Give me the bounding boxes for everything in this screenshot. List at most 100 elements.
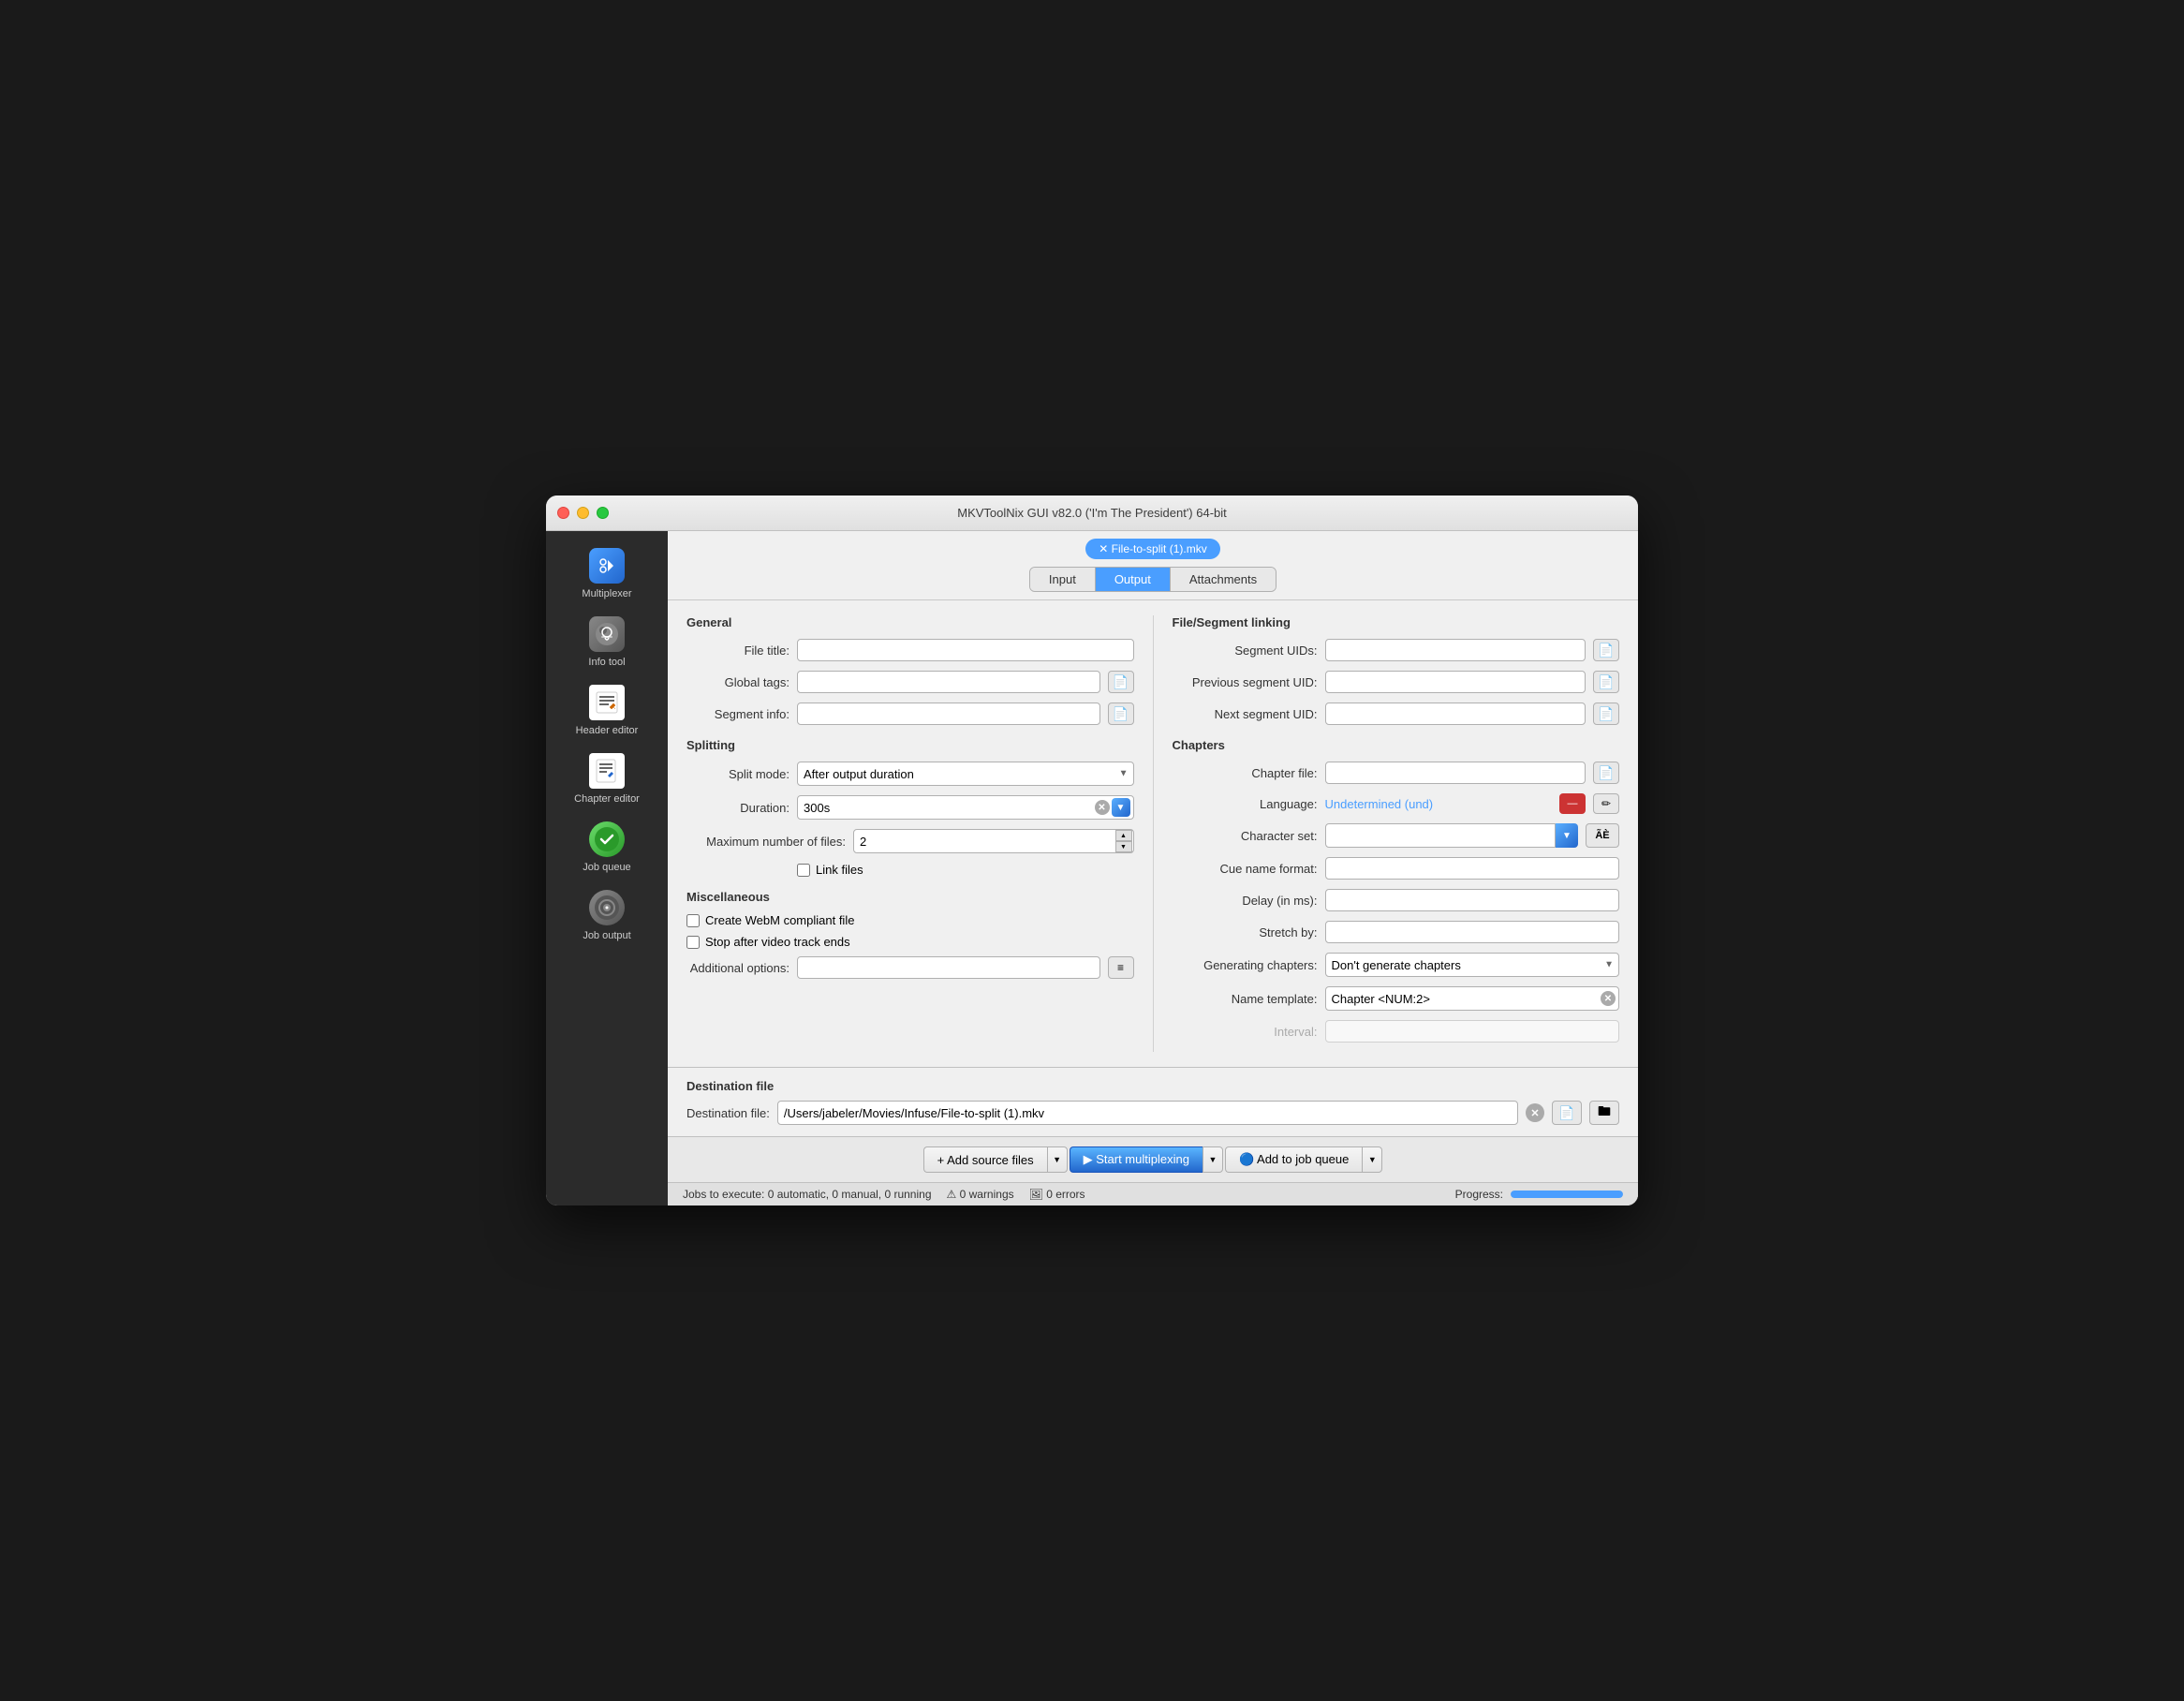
destination-section: Destination file Destination file: ✕ 📄 🖿	[668, 1067, 1638, 1136]
next-segment-label: Next segment UID:	[1173, 707, 1318, 721]
language-row: Language: Undetermined (und) — ✏	[1173, 793, 1620, 814]
sidebar-item-info-label: Info tool	[588, 657, 625, 668]
multiplexer-icon	[589, 548, 625, 584]
cue-name-input[interactable]	[1325, 857, 1620, 880]
split-mode-select[interactable]: After output duration	[797, 762, 1134, 786]
file-title-input[interactable]	[797, 639, 1134, 661]
start-mux-button[interactable]: ▶ Start multiplexing	[1070, 1146, 1203, 1173]
close-button[interactable]	[557, 507, 569, 519]
duration-clear-button[interactable]: ✕	[1095, 800, 1110, 815]
stop-video-checkbox[interactable]	[686, 936, 700, 949]
duration-dropdown-button[interactable]: ▼	[1112, 798, 1130, 817]
destination-file-button[interactable]: 📄	[1552, 1101, 1582, 1125]
add-source-group: + Add source files ▼	[923, 1146, 1068, 1173]
stretch-input[interactable]	[1325, 921, 1620, 943]
file-badge[interactable]: ✕ File-to-split (1).mkv	[1085, 539, 1219, 559]
language-label: Language:	[1173, 797, 1318, 811]
segment-uids-label: Segment UIDs:	[1173, 643, 1318, 658]
progress-bar-fill	[1511, 1191, 1623, 1198]
segment-info-file-button[interactable]: 📄	[1108, 703, 1134, 725]
name-template-input[interactable]	[1325, 986, 1620, 1011]
sidebar-item-header-editor[interactable]: Header editor	[555, 677, 658, 742]
chapter-editor-icon	[589, 753, 625, 789]
sidebar-item-job-queue[interactable]: Job queue	[555, 814, 658, 879]
sidebar-item-multiplexer-label: Multiplexer	[582, 588, 631, 599]
prev-segment-file-button[interactable]: 📄	[1593, 671, 1619, 693]
splitting-section-title: Splitting	[686, 738, 1134, 752]
chapter-file-input[interactable]	[1325, 762, 1586, 784]
sidebar-item-header-label: Header editor	[576, 725, 639, 736]
add-source-dropdown-button[interactable]: ▼	[1047, 1146, 1068, 1173]
destination-folder-button[interactable]: 🖿	[1589, 1101, 1619, 1125]
global-tags-file-button[interactable]: 📄	[1108, 671, 1134, 693]
file-title-row: File title:	[686, 639, 1134, 661]
name-template-clear-button[interactable]: ✕	[1601, 991, 1616, 1006]
progress-bar-track	[1511, 1191, 1623, 1198]
add-queue-group: 🔵 Add to job queue ▼	[1225, 1146, 1382, 1173]
next-segment-input[interactable]	[1325, 703, 1586, 725]
name-template-row: Name template: ✕	[1173, 986, 1620, 1011]
global-tags-input[interactable]	[797, 671, 1100, 693]
header-editor-icon	[589, 685, 625, 720]
additional-options-input[interactable]	[797, 956, 1100, 979]
language-remove-button[interactable]: —	[1559, 793, 1586, 814]
max-files-up-button[interactable]: ▲	[1115, 830, 1132, 841]
statusbar: Jobs to execute: 0 automatic, 0 manual, …	[668, 1182, 1638, 1205]
duration-row: Duration: ✕ ▼	[686, 795, 1134, 820]
chapters-section-title: Chapters	[1173, 738, 1620, 752]
next-segment-row: Next segment UID: 📄	[1173, 703, 1620, 725]
generating-select[interactable]: Don't generate chapters	[1325, 953, 1620, 977]
sidebar-item-job-output[interactable]: Job output	[555, 882, 658, 947]
window-title: MKVToolNix GUI v82.0 ('I'm The President…	[957, 506, 1227, 520]
character-set-select[interactable]	[1325, 823, 1557, 848]
add-queue-dropdown-button[interactable]: ▼	[1362, 1146, 1382, 1173]
add-source-button[interactable]: + Add source files	[923, 1146, 1047, 1173]
language-link[interactable]: Undetermined (und)	[1325, 797, 1553, 811]
segment-uids-row: Segment UIDs: 📄	[1173, 639, 1620, 661]
character-set-text-button[interactable]: ÃÈ	[1586, 823, 1619, 848]
main-layout: Multiplexer Info tool	[546, 531, 1638, 1205]
link-files-checkbox[interactable]	[797, 864, 810, 877]
generating-label: Generating chapters:	[1173, 958, 1318, 972]
right-column: File/Segment linking Segment UIDs: 📄 Pre…	[1153, 615, 1620, 1052]
stretch-label: Stretch by:	[1173, 925, 1318, 939]
interval-input	[1325, 1020, 1620, 1043]
tab-output[interactable]: Output	[1096, 568, 1171, 591]
max-files-down-button[interactable]: ▼	[1115, 841, 1132, 852]
max-files-input[interactable]	[853, 829, 1134, 853]
generating-chapters-row: Generating chapters: Don't generate chap…	[1173, 953, 1620, 977]
sidebar-item-multiplexer[interactable]: Multiplexer	[555, 540, 658, 605]
webm-label: Create WebM compliant file	[705, 913, 854, 927]
segment-uids-file-button[interactable]: 📄	[1593, 639, 1619, 661]
start-mux-dropdown-button[interactable]: ▼	[1203, 1146, 1223, 1173]
minimize-button[interactable]	[577, 507, 589, 519]
next-segment-file-button[interactable]: 📄	[1593, 703, 1619, 725]
misc-section-title: Miscellaneous	[686, 890, 1134, 904]
link-files-label: Link files	[816, 863, 863, 877]
language-edit-button[interactable]: ✏	[1593, 793, 1619, 814]
split-mode-select-wrapper: After output duration ▼	[797, 762, 1134, 786]
sidebar-item-info-tool[interactable]: Info tool	[555, 609, 658, 673]
segment-info-label: Segment info:	[686, 707, 789, 721]
stop-video-row: Stop after video track ends	[686, 935, 1134, 949]
add-queue-button[interactable]: 🔵 Add to job queue	[1225, 1146, 1362, 1173]
misc-section: Miscellaneous Create WebM compliant file…	[686, 890, 1134, 979]
segment-info-input[interactable]	[797, 703, 1100, 725]
general-section-title: General	[686, 615, 1134, 629]
sidebar-item-chapter-editor[interactable]: Chapter editor	[555, 746, 658, 810]
duration-input[interactable]	[797, 795, 1134, 820]
character-set-dropdown-button[interactable]: ▼	[1556, 823, 1578, 848]
chapter-file-button[interactable]: 📄	[1593, 762, 1619, 784]
maximize-button[interactable]	[597, 507, 609, 519]
webm-checkbox[interactable]	[686, 914, 700, 927]
sidebar: Multiplexer Info tool	[546, 531, 668, 1205]
sidebar-item-chapter-label: Chapter editor	[574, 793, 640, 805]
delay-input[interactable]	[1325, 889, 1620, 911]
segment-uids-input[interactable]	[1325, 639, 1586, 661]
tab-input[interactable]: Input	[1030, 568, 1096, 591]
additional-options-list-button[interactable]: ≡	[1108, 956, 1134, 979]
tab-attachments[interactable]: Attachments	[1171, 568, 1276, 591]
destination-input[interactable]	[777, 1101, 1518, 1125]
prev-segment-input[interactable]	[1325, 671, 1586, 693]
destination-clear-button[interactable]: ✕	[1526, 1103, 1544, 1122]
